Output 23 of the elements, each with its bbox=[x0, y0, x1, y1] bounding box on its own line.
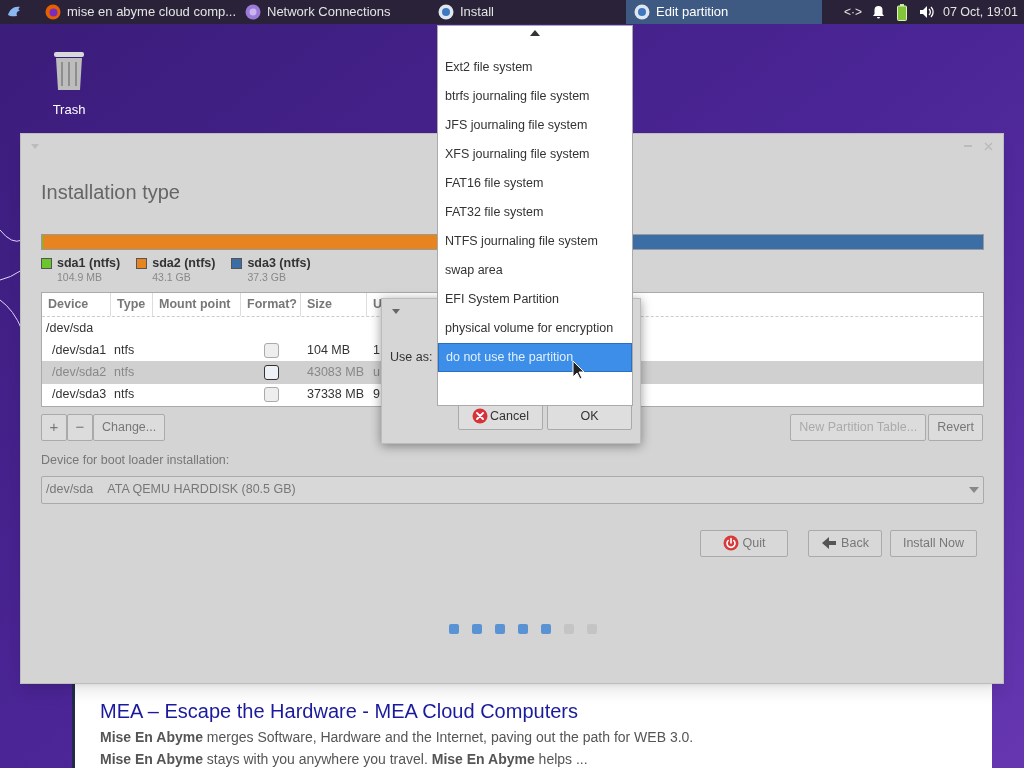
legend-size: 37.3 GB bbox=[247, 271, 287, 284]
table-cell-text: 1 bbox=[372, 341, 381, 359]
table-cell-text: 43083 MB bbox=[306, 364, 365, 382]
table-cell-text: /dev/sda2 bbox=[51, 364, 108, 382]
table-cell-text: ntfs bbox=[113, 364, 136, 382]
table-cell-text: /dev/sda3 bbox=[51, 386, 108, 404]
legend-label: sda1 (ntfs) bbox=[57, 256, 121, 271]
table-cell-text: 37338 MB bbox=[306, 386, 365, 404]
legend-size: 104.9 MB bbox=[57, 271, 103, 284]
table-cell-text: 9 bbox=[372, 386, 381, 404]
result-snippet: Mise En Abyme merges Software, Hardware and the Internet, paving out the path for WEB 3.0. bbox=[100, 729, 694, 745]
table-cell-text: u bbox=[372, 364, 381, 382]
legend-size: 43.1 GB bbox=[152, 271, 192, 284]
table-cell-text: 104 MB bbox=[306, 341, 352, 359]
boot-loader-label: Device for boot loader installation: bbox=[41, 452, 231, 469]
page-title: Installation type bbox=[41, 180, 180, 204]
legend-label: sda3 (ntfs) bbox=[247, 256, 311, 271]
table-cell-text: ntfs bbox=[113, 341, 136, 359]
result-snippet: Mise En Abyme stays with you anywhere you travel. Mise En Abyme helps ... bbox=[100, 751, 588, 767]
table-cell-text: ntfs bbox=[113, 386, 136, 404]
use-as-label: Use as: bbox=[390, 349, 433, 366]
table-cell-text: /dev/sda1 bbox=[51, 341, 108, 359]
legend-label: sda2 (ntfs) bbox=[152, 256, 216, 271]
